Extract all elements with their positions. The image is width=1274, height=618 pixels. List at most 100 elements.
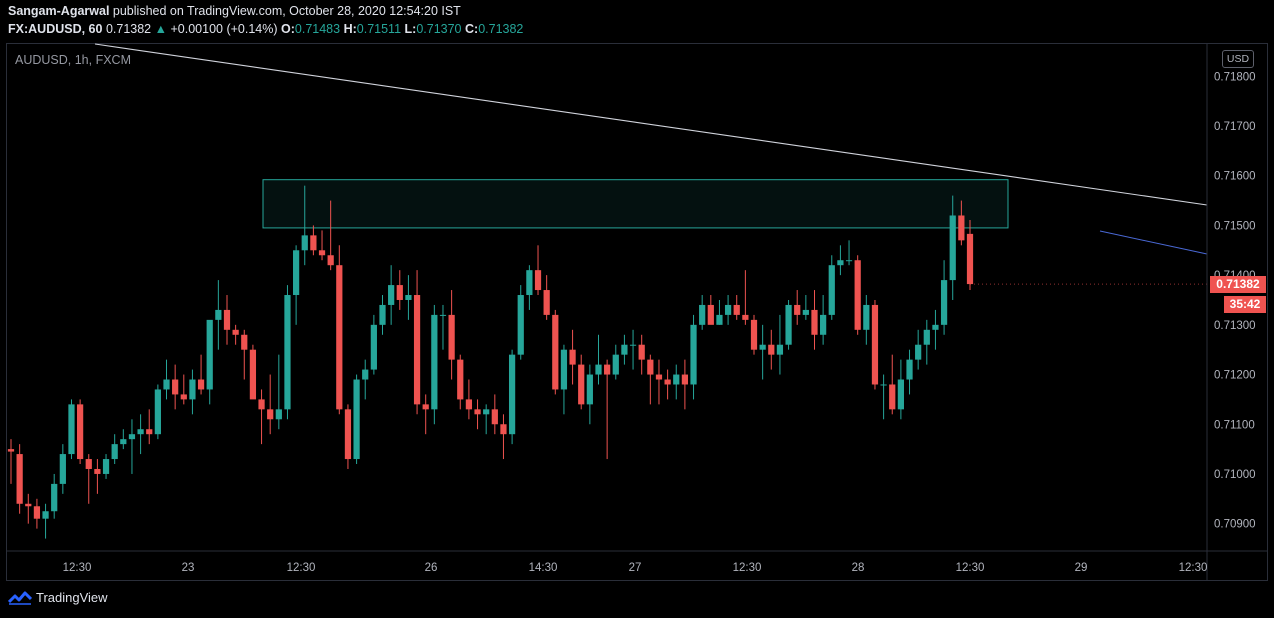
candle-body bbox=[707, 304, 714, 325]
candle bbox=[439, 304, 447, 350]
candle bbox=[794, 290, 801, 325]
candle-body bbox=[111, 444, 118, 460]
candle-body bbox=[932, 324, 939, 330]
candle bbox=[724, 295, 732, 325]
candle-body bbox=[336, 265, 343, 410]
candle-body bbox=[16, 454, 23, 504]
candle-body bbox=[344, 409, 352, 460]
y-tick-label: 0.71100 bbox=[1214, 419, 1255, 431]
candle-body bbox=[534, 270, 542, 291]
candle-body bbox=[794, 304, 801, 315]
y-tick-label: 0.71500 bbox=[1214, 220, 1256, 232]
candle bbox=[405, 275, 412, 320]
candle bbox=[880, 374, 887, 420]
candlestick-chart[interactable]: 0.718000.717000.716000.715000.714000.713… bbox=[0, 0, 1274, 618]
x-tick-label: 23 bbox=[182, 562, 195, 574]
candle bbox=[42, 503, 49, 539]
chart-symbol-title: AUDUSD, 1h, FXCM bbox=[15, 53, 131, 67]
candle-body bbox=[275, 409, 282, 420]
candle-body bbox=[7, 449, 15, 452]
candle-body bbox=[42, 511, 49, 519]
candle-body bbox=[673, 374, 680, 385]
candle bbox=[647, 354, 654, 405]
last-price-tag: 0.71382 bbox=[1210, 276, 1266, 293]
candle bbox=[120, 429, 127, 450]
candle bbox=[388, 265, 395, 325]
candle-body bbox=[897, 379, 904, 410]
currency-button[interactable]: USD bbox=[1222, 50, 1254, 68]
candle-body bbox=[223, 309, 231, 330]
candle-body bbox=[543, 290, 550, 315]
candle bbox=[111, 434, 118, 465]
candle bbox=[673, 364, 680, 400]
candle bbox=[586, 364, 593, 425]
candle-body bbox=[396, 285, 403, 300]
candle bbox=[863, 295, 870, 345]
candle-body bbox=[604, 364, 611, 375]
candle bbox=[7, 439, 15, 484]
candle-body bbox=[197, 379, 205, 390]
candle-body bbox=[629, 344, 637, 346]
candle bbox=[102, 454, 110, 479]
candle-body bbox=[172, 379, 179, 395]
candle-body bbox=[915, 344, 922, 360]
candle-body bbox=[854, 260, 861, 330]
candle bbox=[707, 295, 714, 325]
tradingview-logo-icon bbox=[8, 591, 32, 605]
x-tick-label: 12:30 bbox=[287, 562, 316, 574]
x-tick-label: 12:30 bbox=[733, 562, 762, 574]
candle-body bbox=[448, 314, 455, 360]
candle-body bbox=[439, 314, 447, 316]
candle-body bbox=[768, 344, 775, 355]
candle bbox=[353, 374, 360, 465]
candle bbox=[638, 334, 645, 375]
candle-body bbox=[310, 235, 317, 251]
candle bbox=[768, 329, 775, 370]
candle-body bbox=[871, 304, 879, 385]
candle-body bbox=[508, 354, 516, 435]
candle bbox=[68, 399, 75, 460]
candle bbox=[448, 290, 455, 380]
candle-body bbox=[362, 369, 369, 380]
candle-body bbox=[68, 404, 75, 455]
y-tick-label: 0.71600 bbox=[1214, 171, 1256, 183]
candle bbox=[215, 280, 222, 350]
candle-body bbox=[776, 344, 784, 355]
candle-body bbox=[802, 309, 809, 315]
x-tick-label: 12:30 bbox=[956, 562, 985, 574]
candle bbox=[699, 295, 706, 330]
candle bbox=[776, 314, 784, 375]
candle-body bbox=[716, 314, 723, 325]
candle bbox=[59, 444, 66, 494]
tradingview-brand[interactable]: TradingView bbox=[8, 590, 108, 605]
candle-body bbox=[889, 384, 896, 410]
x-tick-label: 27 bbox=[629, 562, 642, 574]
candle bbox=[431, 304, 438, 425]
x-tick-label: 14:30 bbox=[529, 562, 558, 574]
candle bbox=[759, 324, 766, 380]
candle-body bbox=[828, 265, 835, 315]
candle bbox=[889, 354, 896, 415]
candle-body bbox=[863, 304, 870, 330]
candle-body bbox=[154, 389, 161, 435]
candle bbox=[137, 414, 144, 455]
candle-body bbox=[690, 324, 697, 385]
candle bbox=[336, 245, 343, 415]
candle-body bbox=[120, 439, 127, 445]
candle-body bbox=[206, 319, 213, 390]
candle-body bbox=[241, 334, 248, 350]
candle bbox=[422, 394, 429, 435]
candle-body bbox=[292, 250, 300, 296]
candle-body bbox=[353, 379, 360, 460]
candle-body bbox=[949, 215, 956, 281]
candle-body bbox=[940, 280, 948, 325]
y-tick-label: 0.70900 bbox=[1214, 519, 1256, 531]
countdown-tag: 35:42 bbox=[1224, 296, 1266, 313]
candle-body bbox=[733, 304, 740, 315]
x-tick-label: 26 bbox=[425, 562, 438, 574]
candle bbox=[629, 329, 637, 370]
candle bbox=[681, 359, 689, 410]
candle-body bbox=[750, 319, 758, 350]
candle bbox=[344, 404, 352, 469]
candle bbox=[560, 344, 568, 415]
